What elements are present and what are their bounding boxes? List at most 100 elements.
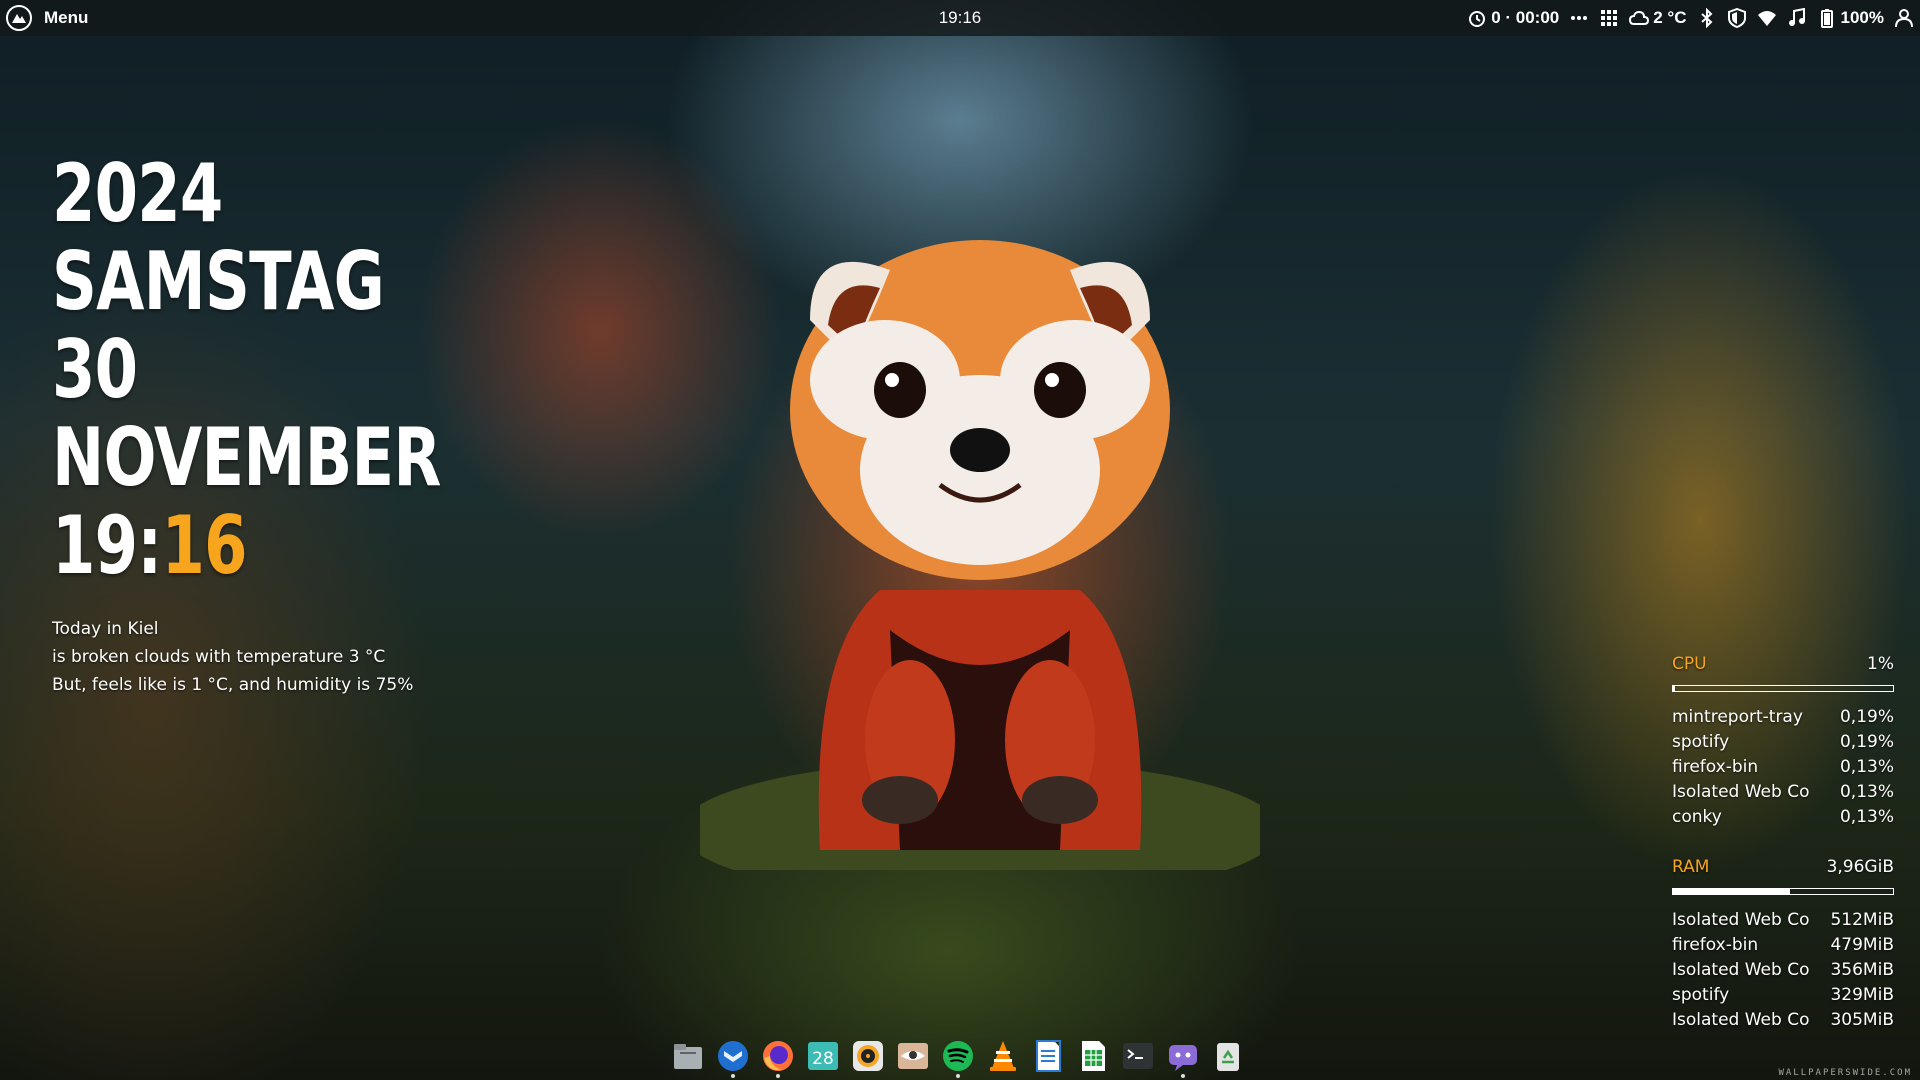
- dock-calendar[interactable]: 28: [803, 1036, 843, 1076]
- process-name: mintreport-tray: [1672, 707, 1803, 727]
- more-applet[interactable]: [1569, 8, 1589, 28]
- process-usage: 0,13%: [1839, 782, 1894, 802]
- terminal-icon: [1123, 1043, 1153, 1069]
- folder-icon: [674, 1044, 702, 1069]
- vpn-applet[interactable]: [1727, 8, 1747, 28]
- battery-icon: [1820, 9, 1833, 28]
- ellipsis-icon: [1571, 16, 1588, 20]
- process-name: firefox-bin: [1672, 935, 1759, 955]
- cpu-value: 1%: [1867, 654, 1894, 674]
- process-usage: 0,13%: [1839, 757, 1894, 777]
- dock-thunderbird[interactable]: [713, 1036, 753, 1078]
- process-usage: 512MiB: [1830, 910, 1894, 930]
- process-usage: 479MiB: [1830, 935, 1894, 955]
- process-usage: 0,13%: [1839, 807, 1894, 827]
- calendar-day: 28: [812, 1049, 834, 1069]
- running-indicator: [1181, 1074, 1185, 1078]
- writer-document-icon: [1036, 1040, 1061, 1072]
- trash-icon: [1217, 1043, 1239, 1071]
- dock-firefox[interactable]: [758, 1036, 798, 1078]
- conky-system-monitor: CPU 1% mintreport-tray 0,19% spotify 0,19% f…: [1672, 652, 1894, 1033]
- power-applet[interactable]: 100%: [1817, 8, 1884, 28]
- time-minute: 16: [161, 499, 247, 592]
- cloud-icon: [1629, 10, 1650, 25]
- process-usage: 329MiB: [1830, 985, 1894, 1005]
- vlc-icon: [990, 1041, 1016, 1071]
- ram-process-row: firefox-bin 479MiB: [1672, 933, 1894, 958]
- image-viewer-icon: [898, 1043, 928, 1069]
- dock-eye-of-gnome[interactable]: [893, 1036, 933, 1076]
- running-indicator: [731, 1074, 735, 1078]
- grid-icon: [1601, 10, 1618, 26]
- process-name: conky: [1672, 807, 1722, 827]
- thunderbird-icon: [718, 1041, 748, 1071]
- dock: 28: [668, 1036, 1248, 1078]
- cpu-process-row: Isolated Web Co 0,13%: [1672, 780, 1894, 805]
- cpu-label: CPU: [1672, 654, 1707, 674]
- dock-rhythmbox[interactable]: [848, 1036, 888, 1076]
- conky-date-widget: 2024 SAMSTAG 30 NOVEMBER 19:16: [52, 150, 550, 590]
- wifi-icon: [1757, 11, 1776, 26]
- cpu-process-row: mintreport-tray 0,19%: [1672, 705, 1894, 730]
- music-note-icon: [1788, 8, 1805, 26]
- battery-percent: 100%: [1840, 8, 1884, 27]
- network-applet[interactable]: [1757, 8, 1777, 28]
- process-usage: 305MiB: [1830, 1010, 1894, 1030]
- weather-temp: 2 °C: [1653, 8, 1687, 27]
- cpu-process-row: firefox-bin 0,13%: [1672, 755, 1894, 780]
- cpu-process-row: conky 0,13%: [1672, 805, 1894, 830]
- timer-applet[interactable]: 0 · 00:00: [1467, 8, 1559, 28]
- weather-line-location: Today in Kiel: [52, 619, 159, 639]
- process-usage: 0,19%: [1839, 732, 1894, 752]
- firefox-icon: [763, 1041, 793, 1071]
- weekday: SAMSTAG: [52, 235, 385, 328]
- process-name: Isolated Web Co: [1672, 1010, 1810, 1030]
- ram-process-row: spotify 329MiB: [1672, 983, 1894, 1008]
- spreadsheet-icon: [1082, 1041, 1105, 1071]
- ram-value: 3,96GiB: [1826, 857, 1894, 877]
- workspace-grid-applet[interactable]: [1599, 8, 1619, 28]
- day: 30: [52, 323, 138, 416]
- process-name: spotify: [1672, 732, 1730, 752]
- dock-vlc[interactable]: [983, 1036, 1023, 1076]
- dock-discord[interactable]: [1163, 1036, 1203, 1078]
- running-indicator: [956, 1074, 960, 1078]
- year: 2024: [52, 147, 223, 240]
- process-name: spotify: [1672, 985, 1730, 1005]
- cpu-process-list: mintreport-tray 0,19% spotify 0,19% firefox-…: [1672, 705, 1894, 830]
- wallpaper-watermark: WALLPAPERSWIDE.COM: [1778, 1068, 1912, 1078]
- user-icon: [1895, 9, 1913, 28]
- process-name: firefox-bin: [1672, 757, 1759, 777]
- wallpaper-red-panda: [700, 240, 1260, 870]
- dock-libreoffice-writer[interactable]: [1028, 1036, 1068, 1076]
- sound-applet[interactable]: [1787, 8, 1807, 28]
- month: NOVEMBER: [52, 411, 441, 504]
- alarm-clock-icon: [1469, 11, 1486, 27]
- weather-applet[interactable]: 2 °C: [1629, 8, 1687, 28]
- timer-text: 0 · 00:00: [1491, 8, 1560, 27]
- weather-line-conditions: is broken clouds with temperature 3 °C: [52, 647, 386, 667]
- conky-weather-widget: Today in Kiel is broken clouds with temp…: [52, 615, 413, 699]
- bluetooth-icon: [1700, 8, 1712, 28]
- cpu-usage-bar: [1672, 685, 1894, 692]
- bluetooth-applet[interactable]: [1697, 8, 1717, 28]
- process-name: Isolated Web Co: [1672, 782, 1810, 802]
- linux-mint-logo-icon: [6, 5, 32, 31]
- dock-libreoffice-calc[interactable]: [1073, 1036, 1113, 1076]
- dock-files[interactable]: [668, 1036, 708, 1076]
- music-player-icon: [853, 1041, 883, 1071]
- ram-header: RAM 3,96GiB: [1672, 855, 1894, 880]
- top-panel: Menu 19:16 0 · 00:00 2 °C 100%: [0, 0, 1920, 36]
- menu-button[interactable]: Menu: [0, 0, 88, 36]
- shield-icon: [1727, 8, 1746, 28]
- process-usage: 356MiB: [1830, 960, 1894, 980]
- calendar-icon: 28: [808, 1042, 838, 1070]
- system-tray: 0 · 00:00 2 °C 100%: [1467, 0, 1914, 36]
- dock-trash[interactable]: [1208, 1036, 1248, 1076]
- user-applet[interactable]: [1894, 8, 1914, 28]
- dock-terminal[interactable]: [1118, 1036, 1158, 1076]
- dock-spotify[interactable]: [938, 1036, 978, 1078]
- process-name: Isolated Web Co: [1672, 960, 1810, 980]
- ram-process-row: Isolated Web Co 512MiB: [1672, 908, 1894, 933]
- spotify-icon: [943, 1041, 973, 1071]
